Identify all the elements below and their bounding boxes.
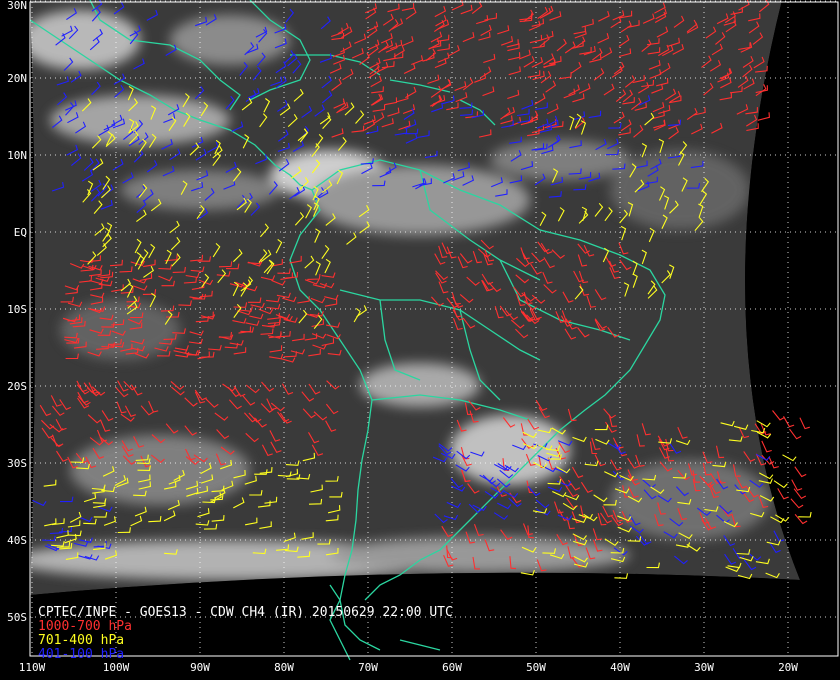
lon-label: 80W bbox=[274, 661, 294, 674]
lon-label: 30W bbox=[694, 661, 714, 674]
satellite-wind-map: 30N 20N 10N EQ 10S 20S 30S 40S 50S 110W 100W 90W 80… bbox=[0, 0, 840, 680]
legend-low-level: 1000-700 hPa bbox=[38, 619, 132, 634]
lat-label: 30N bbox=[7, 0, 27, 12]
image-title: CPTEC/INPE - GOES13 - CDW CH4 (IR) 20150… bbox=[38, 605, 453, 620]
lat-label: 20S bbox=[7, 380, 27, 393]
legend-high-level: 401-100 hPa bbox=[38, 647, 124, 662]
lat-label: 50S bbox=[7, 611, 27, 624]
lat-label: 10N bbox=[7, 149, 27, 162]
lon-label: 110W bbox=[19, 661, 46, 674]
lon-label: 70W bbox=[358, 661, 378, 674]
lon-label: 50W bbox=[526, 661, 546, 674]
lon-label: 20W bbox=[778, 661, 798, 674]
legend-mid-level: 701-400 hPa bbox=[38, 633, 124, 648]
lat-label: 10S bbox=[7, 303, 27, 316]
lat-label: 20N bbox=[7, 72, 27, 85]
lon-label: 40W bbox=[610, 661, 630, 674]
lat-label: 40S bbox=[7, 534, 27, 547]
lat-label: EQ bbox=[14, 226, 27, 239]
lon-label: 60W bbox=[442, 661, 462, 674]
lat-label: 30S bbox=[7, 457, 27, 470]
lon-label: 100W bbox=[103, 661, 130, 674]
ir-image bbox=[30, 0, 800, 595]
lon-label: 90W bbox=[190, 661, 210, 674]
